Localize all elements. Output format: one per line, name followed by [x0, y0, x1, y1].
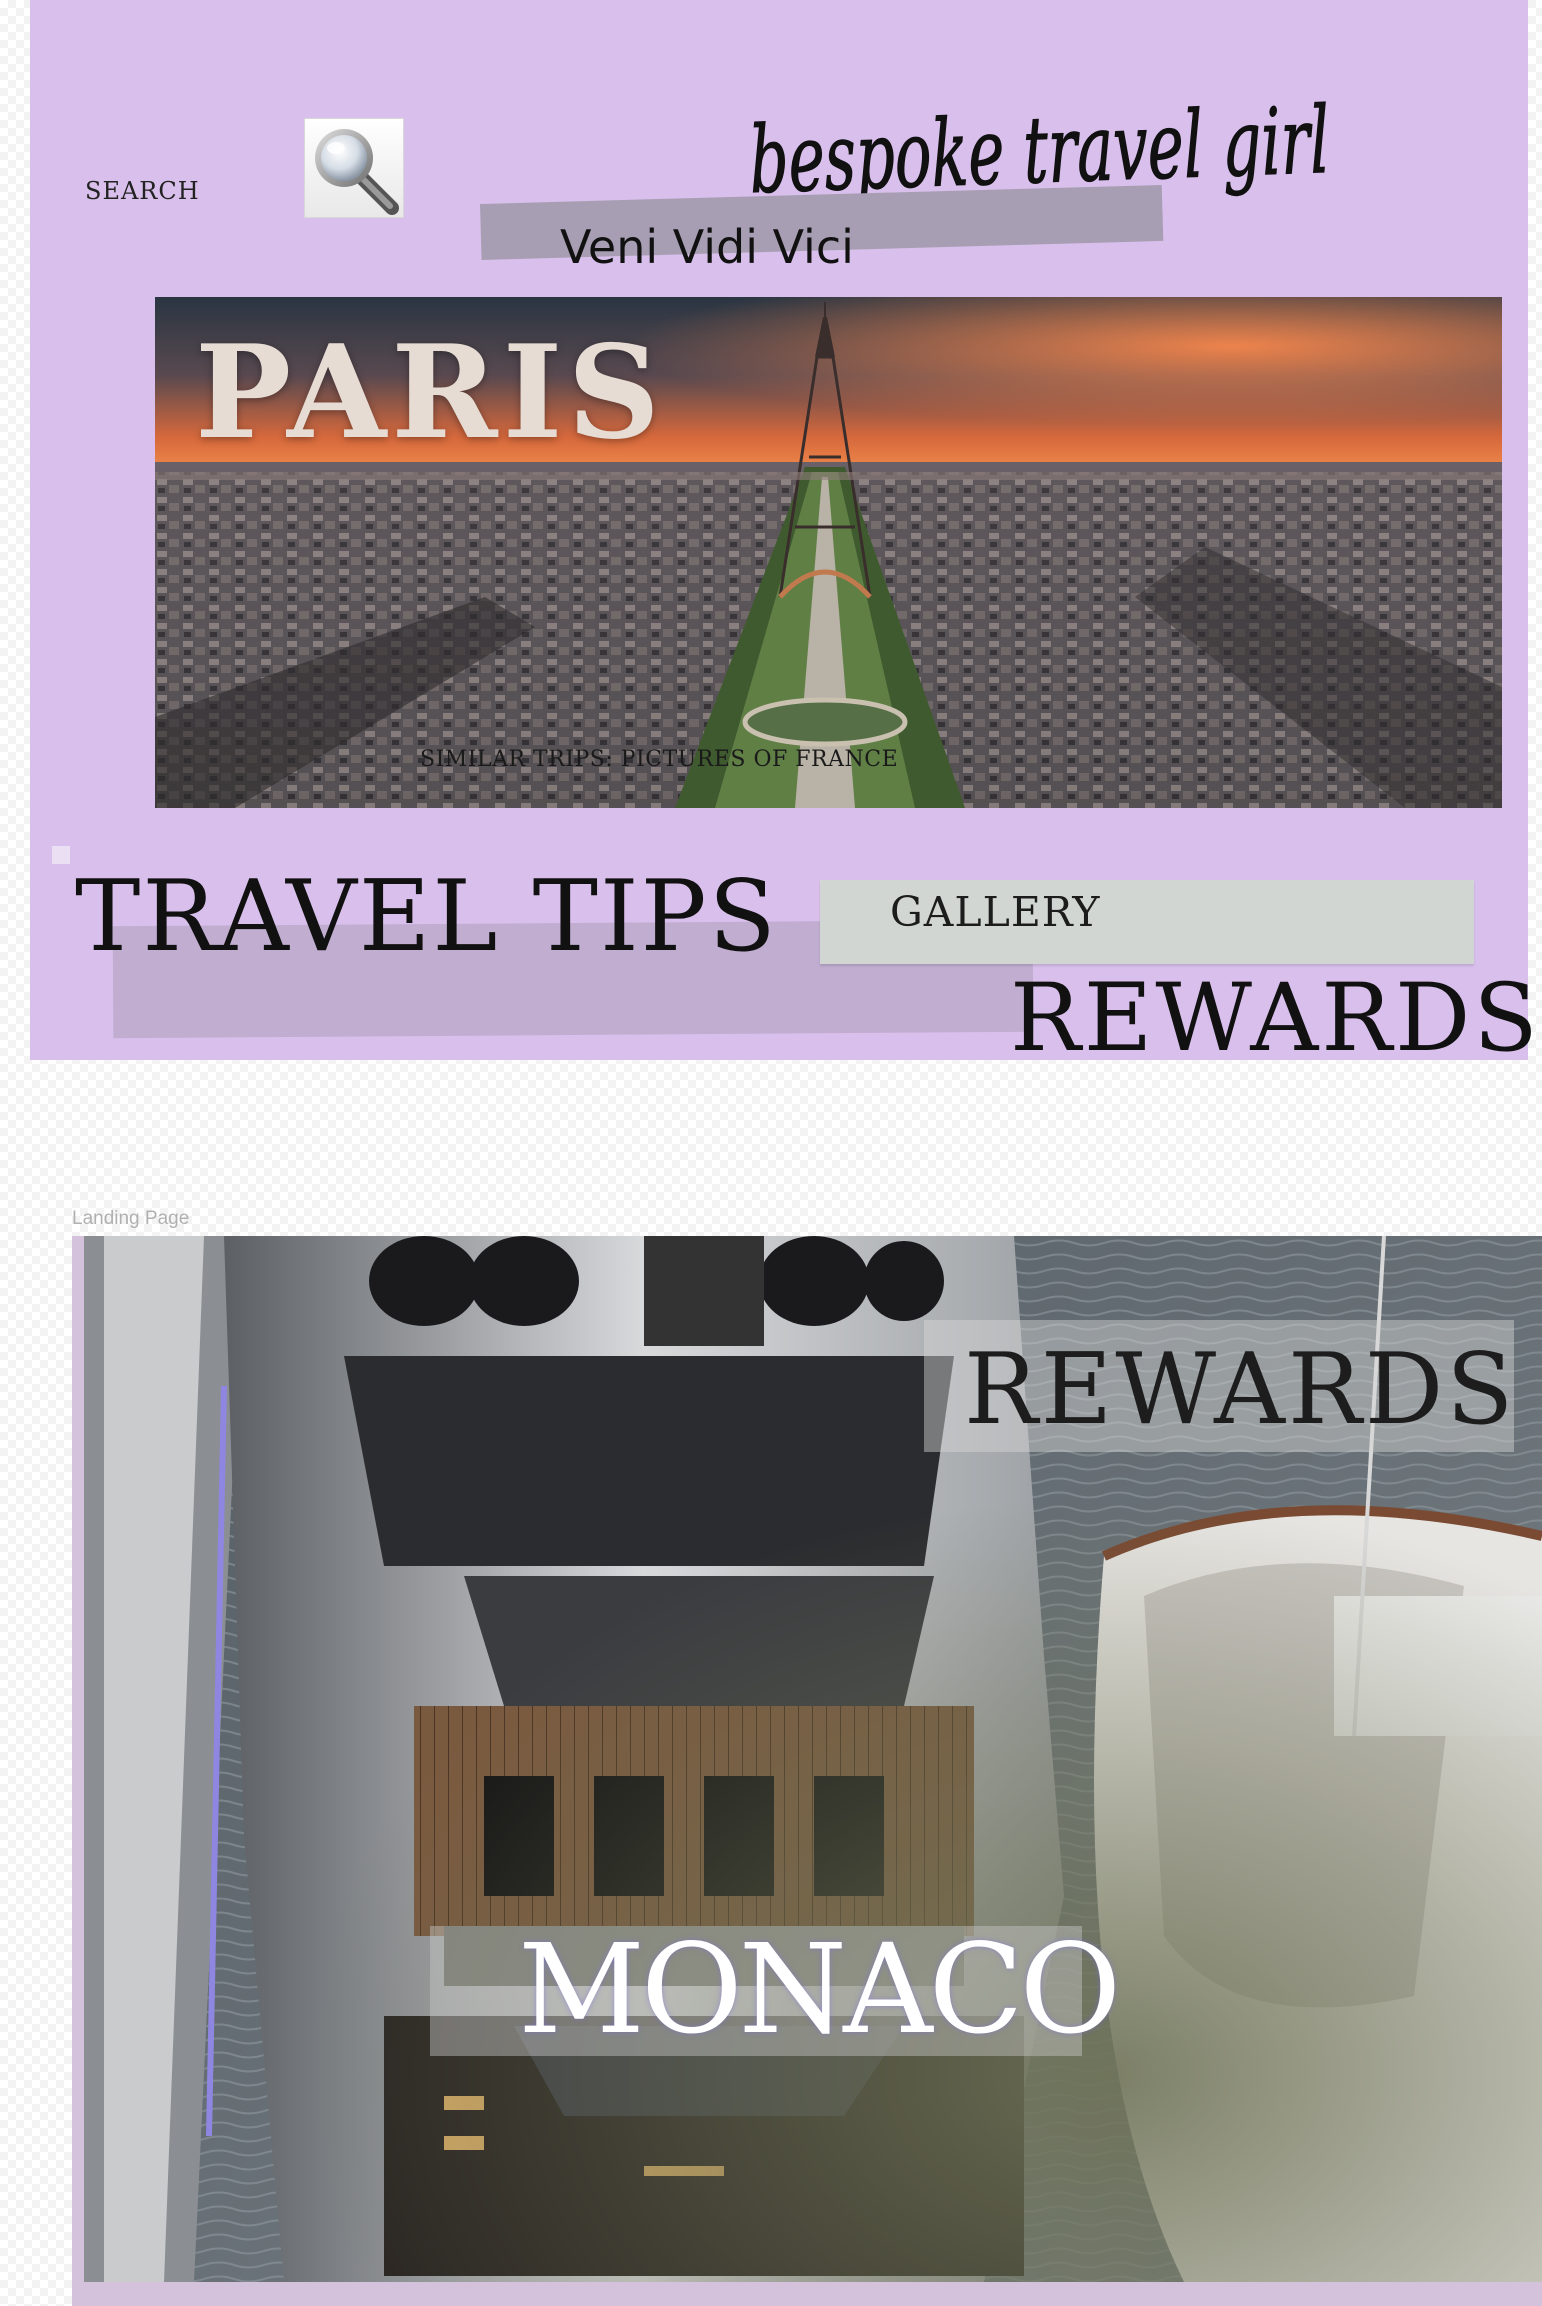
artboard-label[interactable]: Landing Page: [72, 1208, 189, 1230]
selection-handle[interactable]: [52, 846, 70, 864]
rewards-link[interactable]: REWARDS: [1010, 964, 1541, 1073]
similar-trips-link[interactable]: SIMILAR TRIPS: PICTURES OF FRANCE: [420, 747, 898, 772]
gallery-button-label: GALLERY: [890, 888, 1101, 936]
paris-title: PARIS: [195, 318, 665, 468]
rewards-link-landing[interactable]: REWARDS: [964, 1333, 1516, 1447]
search-button[interactable]: [304, 118, 404, 218]
monaco-title: MONACO: [518, 1918, 1121, 2062]
magnifier-icon: [315, 129, 399, 215]
search-label[interactable]: SEARCH: [85, 177, 200, 205]
tagline: Veni Vidi Vici: [560, 220, 854, 274]
travel-tips-link[interactable]: TRAVEL TIPS: [75, 860, 778, 974]
